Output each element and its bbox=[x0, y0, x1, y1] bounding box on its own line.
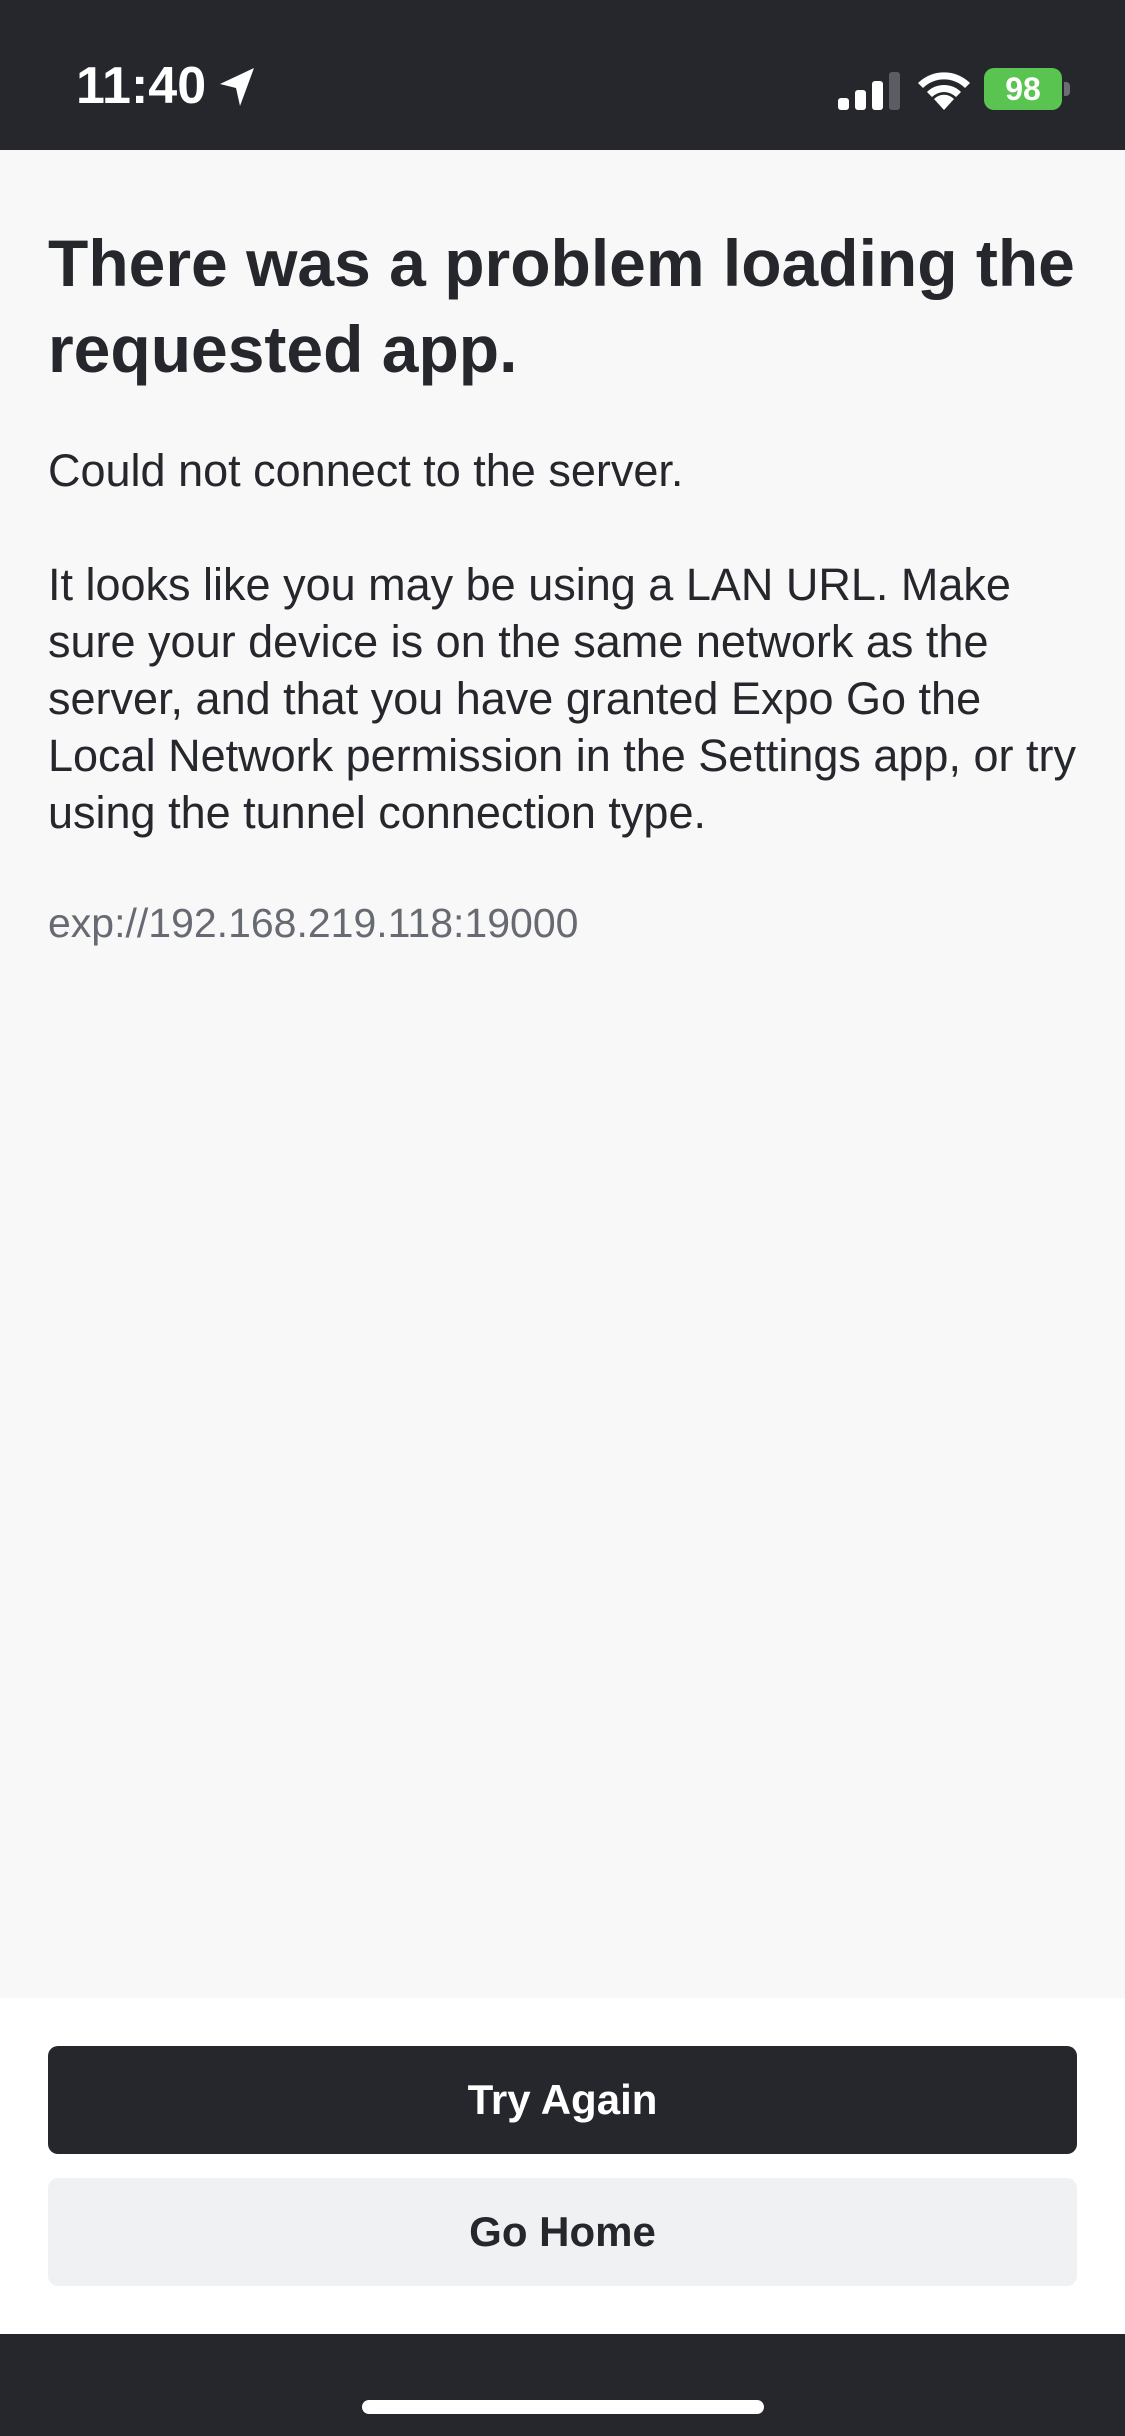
home-indicator[interactable] bbox=[362, 2400, 764, 2414]
error-content: There was a problem loading the requeste… bbox=[48, 220, 1078, 949]
action-footer: Try Again Go Home bbox=[0, 1998, 1125, 2334]
error-title: There was a problem loading the requeste… bbox=[48, 226, 1075, 386]
cellular-signal-icon bbox=[838, 72, 900, 110]
wifi-icon bbox=[918, 72, 970, 110]
error-details: It looks like you may be using a LAN URL… bbox=[48, 559, 1076, 838]
home-indicator-area bbox=[0, 2334, 1125, 2436]
app-url: exp://192.168.219.118:19000 bbox=[48, 900, 579, 946]
status-time: 11:40 bbox=[76, 57, 207, 115]
error-message: Could not connect to the server. bbox=[48, 445, 684, 496]
location-arrow-icon bbox=[220, 68, 254, 106]
try-again-button[interactable]: Try Again bbox=[48, 2046, 1077, 2154]
battery-level: 98 bbox=[1005, 71, 1041, 107]
status-bar: 11:40 98 bbox=[0, 0, 1125, 150]
battery-tip bbox=[1064, 82, 1070, 96]
go-home-button[interactable]: Go Home bbox=[48, 2178, 1077, 2286]
battery-charging-icon: 98 bbox=[984, 68, 1072, 110]
